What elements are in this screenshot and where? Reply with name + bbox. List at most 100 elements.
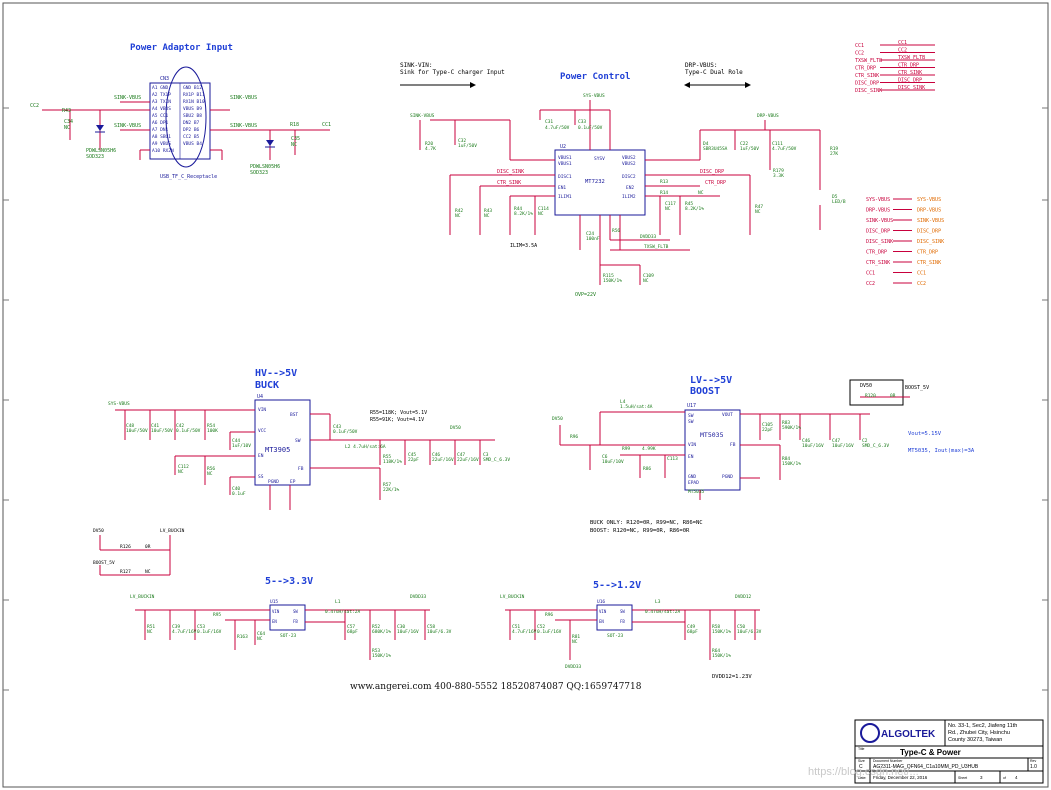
note-dvdd12: DVDD12=1.23V bbox=[712, 674, 752, 680]
svg-text:150K/1%: 150K/1% bbox=[782, 461, 801, 467]
svg-text:VIN: VIN bbox=[688, 442, 696, 448]
netlist-in-label: CC1 bbox=[866, 271, 875, 277]
svg-text:10uF/16V: 10uF/16V bbox=[802, 443, 824, 449]
svg-text:0.1uF/50V: 0.1uF/50V bbox=[333, 429, 358, 435]
net-disc-drp: DISC_DRP bbox=[700, 169, 724, 175]
svg-text:R86: R86 bbox=[643, 466, 651, 472]
svg-text:SW: SW bbox=[293, 609, 298, 614]
svg-text:NC: NC bbox=[643, 278, 649, 284]
top-right-net-label: DISC_DRP bbox=[855, 81, 879, 87]
svg-text:L2 4.7uH/sat:6A: L2 4.7uH/sat:6A bbox=[345, 444, 386, 450]
svg-text:10uF/6.3V: 10uF/6.3V bbox=[737, 629, 762, 635]
svg-text:NC: NC bbox=[484, 213, 490, 219]
svg-text:MT5035: MT5035 bbox=[700, 431, 724, 439]
svg-text:VIN: VIN bbox=[258, 407, 266, 413]
svg-text:L3: L3 bbox=[655, 599, 661, 605]
svg-text:R96: R96 bbox=[545, 612, 553, 618]
svg-text:SMD_C_6.3V: SMD_C_6.3V bbox=[862, 443, 889, 449]
svg-text:4.7uF/16V: 4.7uF/16V bbox=[512, 629, 537, 635]
svg-text:TXSW_FLTB: TXSW_FLTB bbox=[644, 244, 669, 250]
svg-text:FB: FB bbox=[298, 466, 304, 472]
svg-text:150K/1%: 150K/1% bbox=[603, 278, 622, 284]
address-line-3: County 30273, Taiwan bbox=[948, 737, 1002, 743]
svg-text:NC: NC bbox=[698, 190, 704, 196]
svg-text:SYS-VBUS: SYS-VBUS bbox=[583, 93, 605, 99]
svg-text:ILIM2: ILIM2 bbox=[622, 194, 636, 200]
svg-text:VCC: VCC bbox=[258, 428, 266, 434]
top-right-net-tag: CTR_DRP bbox=[898, 63, 919, 69]
svg-text:NC: NC bbox=[147, 629, 153, 635]
netlist-row: CTR_SINK CTR_SINK bbox=[866, 260, 941, 266]
svg-text:VIN: VIN bbox=[272, 609, 280, 614]
svg-text:10uF/50V: 10uF/50V bbox=[126, 428, 148, 434]
netlist-row: CC2 CC2 bbox=[866, 281, 926, 287]
svg-text:SW: SW bbox=[295, 438, 301, 444]
svg-text:1.5uH/sat:4A: 1.5uH/sat:4A bbox=[620, 404, 653, 410]
svg-text:CN3: CN3 bbox=[160, 76, 169, 82]
svg-text:4.7K: 4.7K bbox=[425, 146, 436, 152]
top-right-net-tag: DISC_SINK bbox=[898, 85, 925, 91]
frame-ticks bbox=[3, 107, 1048, 691]
svg-text:NC: NC bbox=[572, 639, 578, 645]
svg-text:R120: R120 bbox=[865, 393, 876, 399]
svg-text:Size: Size bbox=[858, 759, 865, 763]
svg-text:LV_BUCKIN: LV_BUCKIN bbox=[130, 594, 155, 600]
note-buck-cfg2: R55=91K; Vout=4.1V bbox=[370, 417, 424, 423]
svg-text:10uF/50V: 10uF/50V bbox=[151, 428, 173, 434]
svg-text:SMD_C_6.3V: SMD_C_6.3V bbox=[483, 457, 510, 463]
svg-text:22uF/16V: 22uF/16V bbox=[457, 457, 479, 463]
svg-text:EP: EP bbox=[290, 479, 296, 485]
svg-text:4.7uF/50V: 4.7uF/50V bbox=[772, 146, 797, 152]
svg-text:8.2K/1%: 8.2K/1% bbox=[685, 206, 704, 212]
netlist-row: CTR_DRP CTR_DRP bbox=[866, 250, 938, 256]
heading-power-adaptor: Power Adaptor Input bbox=[130, 43, 233, 53]
svg-text:0.1uF/50V: 0.1uF/50V bbox=[578, 125, 603, 131]
svg-text:68pF: 68pF bbox=[347, 629, 358, 635]
svg-text:VBUS1: VBUS1 bbox=[558, 161, 572, 167]
top-right-net-label: CTR_SINK bbox=[855, 73, 879, 79]
svg-text:A9 VBUS: A9 VBUS bbox=[152, 141, 171, 147]
netlist-out-label: DRP-VBUS bbox=[917, 208, 941, 214]
connector-name: USB_TF_C_Receptacle bbox=[160, 174, 217, 180]
net-ctr-drp: CTR_DRP bbox=[705, 180, 726, 186]
svg-text:22pF: 22pF bbox=[762, 427, 773, 433]
svg-text:SW: SW bbox=[688, 419, 694, 425]
netlist-out-label: CC2 bbox=[917, 281, 926, 287]
svg-text:SINK-VBUS: SINK-VBUS bbox=[410, 113, 435, 119]
top-right-net-tag: CTR_SINK bbox=[898, 70, 922, 76]
svg-text:0.1uF: 0.1uF bbox=[232, 491, 246, 497]
tvs-diode-left bbox=[95, 125, 105, 133]
top-right-nets: CC1 CC1CC2 CC2TXSW_FLTB TXSW_FLTBCTR_DRP CTR… bbox=[855, 40, 935, 94]
rev-value: 1.0 bbox=[1030, 764, 1037, 770]
svg-text:SOD323: SOD323 bbox=[250, 170, 268, 176]
svg-text:SINK-VBUS: SINK-VBUS bbox=[114, 95, 141, 101]
svg-text:FB: FB bbox=[293, 619, 298, 624]
svg-text:VOUT: VOUT bbox=[722, 412, 733, 418]
svg-text:150K/1%: 150K/1% bbox=[712, 629, 731, 635]
arrow-sink bbox=[400, 82, 476, 88]
netlist-row: DISC_SINK DISC_SINK bbox=[866, 239, 944, 245]
netlist-row: CC1 CC1 bbox=[866, 271, 926, 277]
netlist-out-label: SINK-VBUS bbox=[917, 218, 944, 224]
svg-text:10uF/10V: 10uF/10V bbox=[602, 459, 624, 465]
svg-text:CC2 B5: CC2 B5 bbox=[183, 134, 200, 140]
svg-text:0.47uH/sat:2A: 0.47uH/sat:2A bbox=[645, 609, 681, 615]
svg-text:A4 VBUS: A4 VBUS bbox=[152, 106, 171, 112]
svg-text:DVDD33: DVDD33 bbox=[640, 234, 657, 240]
netlist-row: SINK-VBUS SINK-VBUS bbox=[866, 218, 944, 224]
address-line-2: Rd., Zhubei City, Hsinchu bbox=[948, 730, 1010, 736]
svg-text:68pF: 68pF bbox=[687, 629, 698, 635]
svg-text:GND B12: GND B12 bbox=[183, 85, 202, 91]
svg-text:DP2 B6: DP2 B6 bbox=[183, 127, 200, 133]
chip-u16: U16 VIN EN SW FB bbox=[596, 599, 633, 631]
svg-text:NC: NC bbox=[64, 125, 70, 131]
svg-text:DISC2: DISC2 bbox=[622, 174, 636, 180]
svg-text:R13: R13 bbox=[660, 179, 668, 185]
svg-text:1uF/10V: 1uF/10V bbox=[232, 443, 251, 449]
svg-text:Rev: Rev bbox=[1030, 759, 1036, 763]
svg-text:Document Number: Document Number bbox=[873, 759, 903, 763]
svg-text:A8 SBU1: A8 SBU1 bbox=[152, 134, 171, 140]
website-text: www.angerei.com 400-880-5552 18520874087… bbox=[350, 682, 642, 692]
svg-text:LV_BUCKIN: LV_BUCKIN bbox=[160, 528, 185, 534]
svg-text:VBUS B4: VBUS B4 bbox=[183, 141, 202, 147]
